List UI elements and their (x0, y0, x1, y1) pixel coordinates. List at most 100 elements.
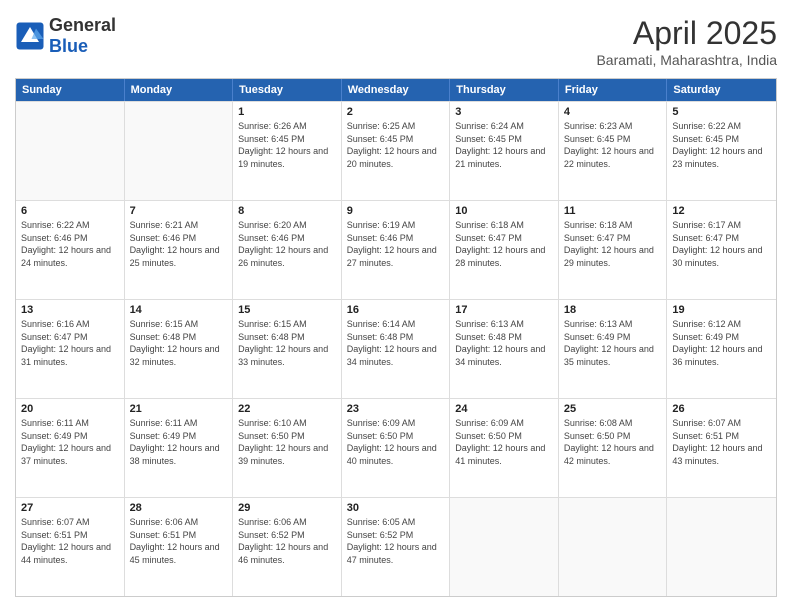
day-number: 28 (130, 502, 228, 514)
cell-info: Sunrise: 6:15 AM Sunset: 6:48 PM Dayligh… (238, 318, 336, 368)
calendar-body: 1Sunrise: 6:26 AM Sunset: 6:45 PM Daylig… (16, 101, 776, 596)
day-number: 10 (455, 205, 553, 217)
cell-info: Sunrise: 6:19 AM Sunset: 6:46 PM Dayligh… (347, 219, 445, 269)
day-number: 22 (238, 403, 336, 415)
day-number: 17 (455, 304, 553, 316)
calendar-cell: 20 Sunrise: 6:11 AM Sunset: 6:49 PM Dayli… (16, 399, 125, 497)
calendar-cell: 29 Sunrise: 6:06 AM Sunset: 6:52 PM Dayli… (233, 498, 342, 596)
cal-header-cell: Wednesday (342, 79, 451, 101)
calendar-header: SundayMondayTuesdayWednesdayThursdayFrid… (16, 79, 776, 101)
day-number: 27 (21, 502, 119, 514)
day-number: 3 (455, 106, 553, 118)
calendar: SundayMondayTuesdayWednesdayThursdayFrid… (15, 78, 777, 597)
cell-info: Sunrise: 6:11 AM Sunset: 6:49 PM Dayligh… (21, 417, 119, 467)
cell-info: Sunrise: 6:10 AM Sunset: 6:50 PM Dayligh… (238, 417, 336, 467)
calendar-cell: 13 Sunrise: 6:16 AM Sunset: 6:47 PM Dayli… (16, 300, 125, 398)
header: General Blue April 2025 Baramati, Mahara… (15, 15, 777, 68)
calendar-cell: 21Sunrise: 6:11 AM Sunset: 6:49 PM Dayli… (125, 399, 234, 497)
cell-info: Sunrise: 6:16 AM Sunset: 6:47 PM Dayligh… (21, 318, 119, 368)
day-number: 11 (564, 205, 662, 217)
cell-info: Sunrise: 6:20 AM Sunset: 6:46 PM Dayligh… (238, 219, 336, 269)
logo-text: General Blue (49, 15, 116, 57)
day-number: 2 (347, 106, 445, 118)
day-number: 12 (672, 205, 771, 217)
day-number: 5 (672, 106, 771, 118)
calendar-row: 27 Sunrise: 6:07 AM Sunset: 6:51 PM Dayli… (16, 497, 776, 596)
cell-info: Sunrise: 6:25 AM Sunset: 6:45 PM Dayligh… (347, 120, 445, 170)
cell-info: Sunrise: 6:09 AM Sunset: 6:50 PM Dayligh… (455, 417, 553, 467)
calendar-row: 6Sunrise: 6:22 AM Sunset: 6:46 PM Daylig… (16, 200, 776, 299)
calendar-cell: 3 Sunrise: 6:24 AM Sunset: 6:45 PM Daylig… (450, 102, 559, 200)
calendar-row: 20 Sunrise: 6:11 AM Sunset: 6:49 PM Dayli… (16, 398, 776, 497)
calendar-cell: 10 Sunrise: 6:18 AM Sunset: 6:47 PM Dayli… (450, 201, 559, 299)
cell-info: Sunrise: 6:21 AM Sunset: 6:46 PM Dayligh… (130, 219, 228, 269)
logo: General Blue (15, 15, 116, 57)
cell-info: Sunrise: 6:26 AM Sunset: 6:45 PM Dayligh… (238, 120, 336, 170)
cell-info: Sunrise: 6:07 AM Sunset: 6:51 PM Dayligh… (672, 417, 771, 467)
calendar-cell: 28 Sunrise: 6:06 AM Sunset: 6:51 PM Dayli… (125, 498, 234, 596)
calendar-cell: 8Sunrise: 6:20 AM Sunset: 6:46 PM Daylig… (233, 201, 342, 299)
day-number: 21 (130, 403, 228, 415)
calendar-cell: 6Sunrise: 6:22 AM Sunset: 6:46 PM Daylig… (16, 201, 125, 299)
day-number: 7 (130, 205, 228, 217)
calendar-cell: 30 Sunrise: 6:05 AM Sunset: 6:52 PM Dayli… (342, 498, 451, 596)
cell-info: Sunrise: 6:05 AM Sunset: 6:52 PM Dayligh… (347, 516, 445, 566)
page: General Blue April 2025 Baramati, Mahara… (0, 0, 792, 612)
calendar-cell (559, 498, 668, 596)
day-number: 25 (564, 403, 662, 415)
cell-info: Sunrise: 6:17 AM Sunset: 6:47 PM Dayligh… (672, 219, 771, 269)
calendar-cell: 18Sunrise: 6:13 AM Sunset: 6:49 PM Dayli… (559, 300, 668, 398)
cell-info: Sunrise: 6:15 AM Sunset: 6:48 PM Dayligh… (130, 318, 228, 368)
calendar-cell (16, 102, 125, 200)
cal-header-cell: Saturday (667, 79, 776, 101)
calendar-cell: 4 Sunrise: 6:23 AM Sunset: 6:45 PM Daylig… (559, 102, 668, 200)
cell-info: Sunrise: 6:24 AM Sunset: 6:45 PM Dayligh… (455, 120, 553, 170)
day-number: 9 (347, 205, 445, 217)
cell-info: Sunrise: 6:12 AM Sunset: 6:49 PM Dayligh… (672, 318, 771, 368)
calendar-cell: 25Sunrise: 6:08 AM Sunset: 6:50 PM Dayli… (559, 399, 668, 497)
subtitle: Baramati, Maharashtra, India (596, 52, 777, 68)
cell-info: Sunrise: 6:06 AM Sunset: 6:51 PM Dayligh… (130, 516, 228, 566)
cal-header-cell: Sunday (16, 79, 125, 101)
day-number: 26 (672, 403, 771, 415)
cell-info: Sunrise: 6:22 AM Sunset: 6:46 PM Dayligh… (21, 219, 119, 269)
calendar-cell: 7 Sunrise: 6:21 AM Sunset: 6:46 PM Daylig… (125, 201, 234, 299)
cal-header-cell: Tuesday (233, 79, 342, 101)
logo-general-text: General (49, 15, 116, 36)
calendar-row: 1Sunrise: 6:26 AM Sunset: 6:45 PM Daylig… (16, 101, 776, 200)
day-number: 4 (564, 106, 662, 118)
day-number: 24 (455, 403, 553, 415)
cell-info: Sunrise: 6:09 AM Sunset: 6:50 PM Dayligh… (347, 417, 445, 467)
calendar-cell (450, 498, 559, 596)
calendar-row: 13 Sunrise: 6:16 AM Sunset: 6:47 PM Dayli… (16, 299, 776, 398)
cell-info: Sunrise: 6:06 AM Sunset: 6:52 PM Dayligh… (238, 516, 336, 566)
cell-info: Sunrise: 6:18 AM Sunset: 6:47 PM Dayligh… (564, 219, 662, 269)
calendar-cell: 15 Sunrise: 6:15 AM Sunset: 6:48 PM Dayli… (233, 300, 342, 398)
calendar-cell: 19Sunrise: 6:12 AM Sunset: 6:49 PM Dayli… (667, 300, 776, 398)
day-number: 20 (21, 403, 119, 415)
calendar-cell (667, 498, 776, 596)
calendar-cell: 9 Sunrise: 6:19 AM Sunset: 6:46 PM Daylig… (342, 201, 451, 299)
day-number: 15 (238, 304, 336, 316)
cell-info: Sunrise: 6:13 AM Sunset: 6:48 PM Dayligh… (455, 318, 553, 368)
cell-info: Sunrise: 6:18 AM Sunset: 6:47 PM Dayligh… (455, 219, 553, 269)
day-number: 29 (238, 502, 336, 514)
cal-header-cell: Thursday (450, 79, 559, 101)
cell-info: Sunrise: 6:23 AM Sunset: 6:45 PM Dayligh… (564, 120, 662, 170)
cell-info: Sunrise: 6:07 AM Sunset: 6:51 PM Dayligh… (21, 516, 119, 566)
logo-blue-text: Blue (49, 36, 116, 57)
day-number: 14 (130, 304, 228, 316)
day-number: 23 (347, 403, 445, 415)
cal-header-cell: Monday (125, 79, 234, 101)
calendar-cell: 17 Sunrise: 6:13 AM Sunset: 6:48 PM Dayli… (450, 300, 559, 398)
calendar-cell: 5Sunrise: 6:22 AM Sunset: 6:45 PM Daylig… (667, 102, 776, 200)
cal-header-cell: Friday (559, 79, 668, 101)
day-number: 30 (347, 502, 445, 514)
title-area: April 2025 Baramati, Maharashtra, India (596, 15, 777, 68)
calendar-cell: 22 Sunrise: 6:10 AM Sunset: 6:50 PM Dayli… (233, 399, 342, 497)
calendar-cell: 23 Sunrise: 6:09 AM Sunset: 6:50 PM Dayli… (342, 399, 451, 497)
day-number: 18 (564, 304, 662, 316)
calendar-cell: 1Sunrise: 6:26 AM Sunset: 6:45 PM Daylig… (233, 102, 342, 200)
calendar-cell: 11 Sunrise: 6:18 AM Sunset: 6:47 PM Dayli… (559, 201, 668, 299)
day-number: 13 (21, 304, 119, 316)
